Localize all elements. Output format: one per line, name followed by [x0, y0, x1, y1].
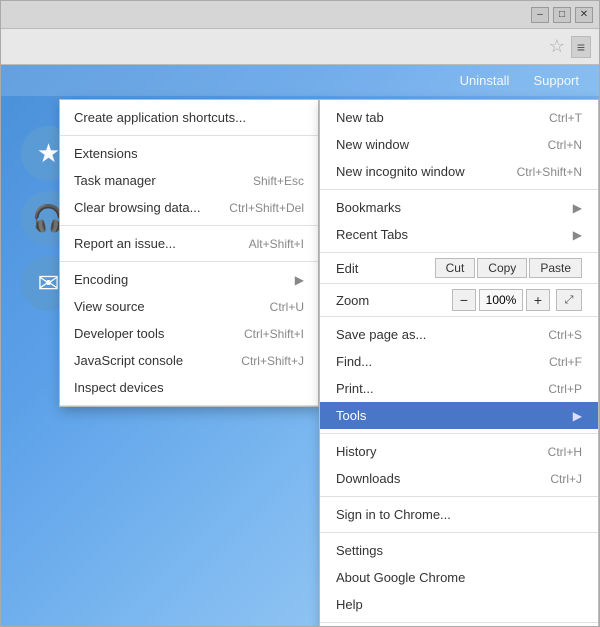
report-issue-shortcut: Alt+Shift+I: [249, 237, 304, 251]
javascript-console-item[interactable]: JavaScript console Ctrl+Shift+J: [60, 347, 318, 374]
zoom-out-button[interactable]: −: [452, 289, 476, 311]
history-item[interactable]: History Ctrl+H: [320, 438, 598, 465]
help-item[interactable]: Help: [320, 591, 598, 618]
encoding-item[interactable]: Encoding ▶: [60, 266, 318, 293]
inspect-devices-item[interactable]: Inspect devices: [60, 374, 318, 401]
exit-section: Exit Ctrl+Shift+Q: [320, 623, 598, 626]
zoom-in-button[interactable]: +: [526, 289, 550, 311]
settings-item[interactable]: Settings: [320, 537, 598, 564]
print-item[interactable]: Print... Ctrl+P: [320, 375, 598, 402]
new-section: New tab Ctrl+T New window Ctrl+N New inc…: [320, 100, 598, 190]
new-incognito-shortcut: Ctrl+Shift+N: [517, 165, 582, 179]
find-shortcut: Ctrl+F: [549, 355, 582, 369]
close-button[interactable]: ✕: [575, 7, 593, 23]
report-issue-item[interactable]: Report an issue... Alt+Shift+I: [60, 230, 318, 257]
zoom-label: Zoom: [336, 293, 452, 308]
zoom-value: 100%: [479, 289, 523, 311]
browser-window: – □ ✕ ☆ ≡ Uninstall Support ★ 🎧 ✉: [0, 0, 600, 627]
view-source-item[interactable]: View source Ctrl+U: [60, 293, 318, 320]
developer-tools-shortcut: Ctrl+Shift+I: [244, 327, 304, 341]
clear-browsing-item[interactable]: Clear browsing data... Ctrl+Shift+Del: [60, 194, 318, 221]
javascript-console-shortcut: Ctrl+Shift+J: [241, 354, 304, 368]
zoom-row: Zoom − 100% + ⤢: [320, 284, 598, 317]
page-content: Uninstall Support ★ 🎧 ✉ Get Tasks Done w…: [1, 65, 599, 626]
minimize-button[interactable]: –: [531, 7, 549, 23]
view-source-shortcut: Ctrl+U: [270, 300, 304, 314]
developer-tools-item[interactable]: Developer tools Ctrl+Shift+I: [60, 320, 318, 347]
nav-bar: ☆ ≡: [1, 29, 599, 65]
extensions-item[interactable]: Extensions: [60, 140, 318, 167]
create-shortcuts-item[interactable]: Create application shortcuts...: [60, 104, 318, 131]
signin-section: Sign in to Chrome...: [320, 497, 598, 533]
edit-btn-group: Cut Copy Paste: [435, 258, 582, 278]
tools-item[interactable]: Tools ▶: [320, 402, 598, 429]
maximize-button[interactable]: □: [553, 7, 571, 23]
chrome-menu-button[interactable]: ≡: [571, 36, 591, 58]
support-link[interactable]: Support: [533, 73, 579, 88]
save-section: Save page as... Ctrl+S Find... Ctrl+F Pr…: [320, 317, 598, 434]
tools-section-2: Extensions Task manager Shift+Esc Clear …: [60, 136, 318, 226]
bookmarks-arrow-icon: ▶: [573, 201, 582, 215]
bookmarks-item[interactable]: Bookmarks ▶: [320, 194, 598, 221]
task-manager-item[interactable]: Task manager Shift+Esc: [60, 167, 318, 194]
bookmark-star-icon[interactable]: ☆: [549, 36, 565, 57]
history-section: History Ctrl+H Downloads Ctrl+J: [320, 434, 598, 497]
recent-tabs-item[interactable]: Recent Tabs ▶: [320, 221, 598, 248]
print-shortcut: Ctrl+P: [548, 382, 582, 396]
paste-button[interactable]: Paste: [529, 258, 582, 278]
page-nav: Uninstall Support: [1, 65, 599, 96]
cut-button[interactable]: Cut: [435, 258, 476, 278]
new-window-item[interactable]: New window Ctrl+N: [320, 131, 598, 158]
sign-in-item[interactable]: Sign in to Chrome...: [320, 501, 598, 528]
tools-section-1: Create application shortcuts...: [60, 100, 318, 136]
clear-browsing-shortcut: Ctrl+Shift+Del: [229, 201, 304, 215]
downloads-item[interactable]: Downloads Ctrl+J: [320, 465, 598, 492]
recent-tabs-arrow-icon: ▶: [573, 228, 582, 242]
zoom-fullscreen-button[interactable]: ⤢: [556, 289, 582, 311]
edit-row: Edit Cut Copy Paste: [320, 253, 598, 284]
new-tab-item[interactable]: New tab Ctrl+T: [320, 104, 598, 131]
task-manager-shortcut: Shift+Esc: [253, 174, 304, 188]
edit-label: Edit: [336, 261, 435, 276]
new-window-shortcut: Ctrl+N: [548, 138, 582, 152]
tools-submenu: Create application shortcuts... Extensio…: [59, 99, 319, 407]
tools-section-3: Report an issue... Alt+Shift+I: [60, 226, 318, 262]
new-tab-shortcut: Ctrl+T: [549, 111, 582, 125]
encoding-arrow-icon: ▶: [295, 273, 304, 287]
save-page-shortcut: Ctrl+S: [548, 328, 582, 342]
settings-section: Settings About Google Chrome Help: [320, 533, 598, 623]
find-item[interactable]: Find... Ctrl+F: [320, 348, 598, 375]
tools-section-4: Encoding ▶ View source Ctrl+U Developer …: [60, 262, 318, 406]
title-bar: – □ ✕: [1, 1, 599, 29]
about-item[interactable]: About Google Chrome: [320, 564, 598, 591]
chrome-dropdown-menu: New tab Ctrl+T New window Ctrl+N New inc…: [319, 99, 599, 626]
copy-button[interactable]: Copy: [477, 258, 527, 278]
new-incognito-item[interactable]: New incognito window Ctrl+Shift+N: [320, 158, 598, 185]
save-page-item[interactable]: Save page as... Ctrl+S: [320, 321, 598, 348]
uninstall-link[interactable]: Uninstall: [460, 73, 510, 88]
history-shortcut: Ctrl+H: [548, 445, 582, 459]
zoom-controls: − 100% + ⤢: [452, 289, 582, 311]
bookmarks-section: Bookmarks ▶ Recent Tabs ▶: [320, 190, 598, 253]
downloads-shortcut: Ctrl+J: [550, 472, 582, 486]
title-bar-buttons: – □ ✕: [531, 7, 593, 23]
tools-arrow-icon: ▶: [573, 409, 582, 423]
